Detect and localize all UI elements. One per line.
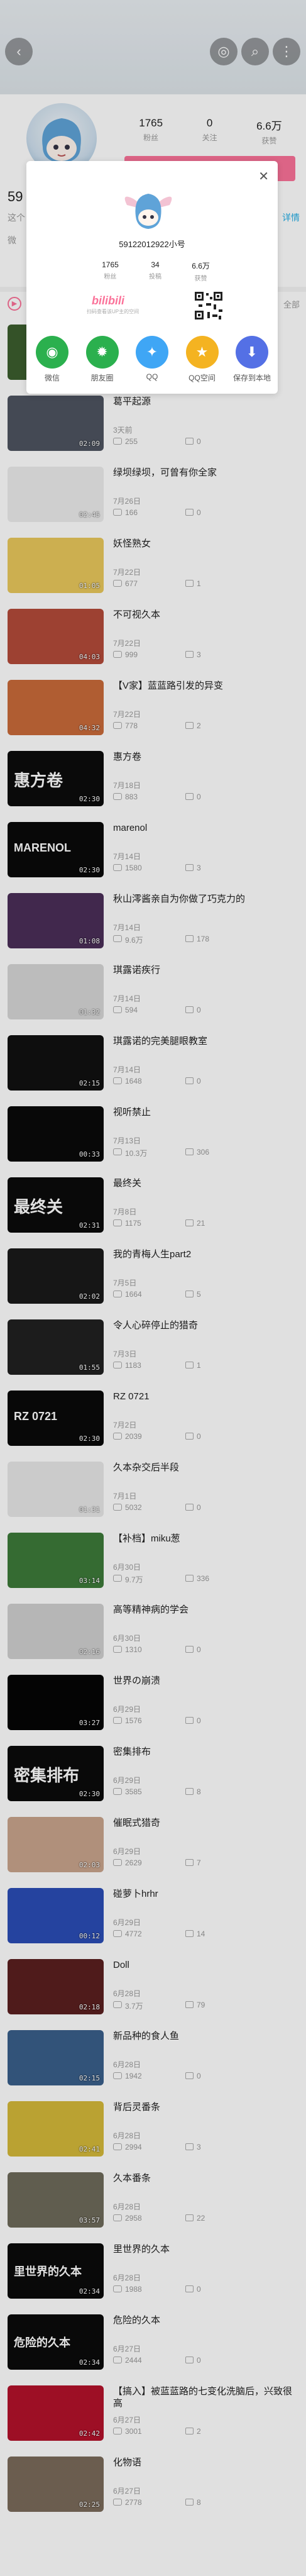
share-wechat[interactable]: ◉ 微信 [33,336,72,383]
share-label: QQ空间 [189,374,216,382]
card-username: 59122012922小号 [119,240,185,249]
close-icon[interactable]: ✕ [258,169,269,184]
share-label: 朋友圈 [90,374,114,382]
share-label: QQ [146,372,158,381]
qzone-icon[interactable]: ★ [185,336,219,369]
share-label: 保存到本地 [232,374,271,382]
card-stats: 1765 粉丝 34 投稿 6.6万 获赞 [102,260,210,282]
qq-icon[interactable]: ✦ [136,336,168,369]
share-qzone[interactable]: ★ QQ空间 [183,336,222,383]
card-avatar [121,186,176,233]
wechat-icon[interactable]: ◉ [36,336,68,369]
share-label: 微信 [44,374,60,382]
share-download[interactable]: ⬇ 保存到本地 [232,336,271,383]
qr-caption: 扫码查看该UP主的空间 [87,309,139,314]
share-qq[interactable]: ✦ QQ [133,336,172,383]
share-moments[interactable]: ✹ 朋友圈 [83,336,122,383]
download-icon[interactable]: ⬇ [236,336,268,369]
qr-code-icon [194,291,224,321]
moments-icon[interactable]: ✹ [85,336,119,369]
share-card: ✕ 59122012922小号 1765 粉丝 34 投稿 6.6万 获赞 bilib… [26,161,278,394]
share-options: ◉ 微信 ✹ 朋友圈 ✦ QQ ★ QQ空间 ⬇ 保存到本地 [33,336,271,383]
bilibili-logo: bilibili [92,294,124,307]
